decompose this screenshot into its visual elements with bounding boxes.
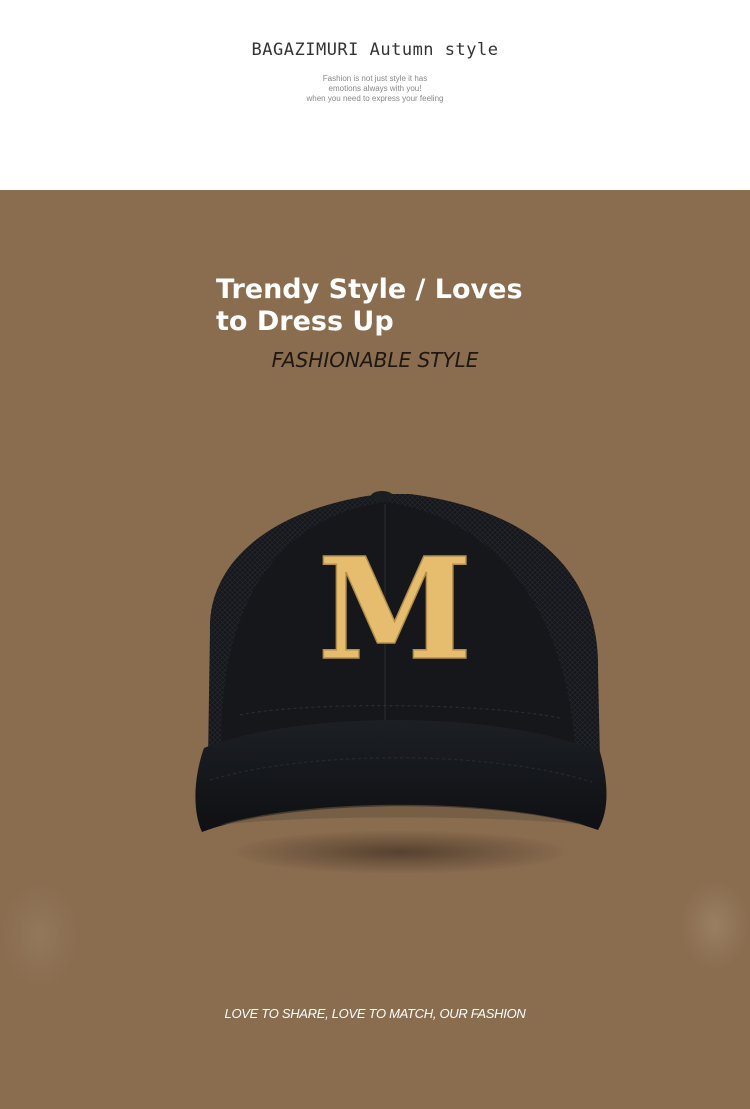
cap-shadow: [230, 830, 570, 874]
hero-subheadline: FASHIONABLE STYLE: [271, 348, 479, 372]
cap-emblem: M: [317, 527, 473, 693]
baseball-cap-illustration: M: [195, 491, 607, 874]
tagline-line: Fashion is not just style it has: [322, 74, 428, 83]
brand-header: BAGAZIMURI Autumn style Fashion is not j…: [0, 0, 750, 190]
side-blur-right: [680, 880, 750, 970]
product-cap-image: M: [180, 480, 620, 920]
brand-title: BAGAZIMURI Autumn style: [251, 40, 499, 60]
side-blur-left: [0, 880, 80, 990]
hero-panel: Trendy Style / Loves to Dress Up FASHION…: [0, 190, 750, 1109]
tagline-line: emotions always with you!: [328, 84, 422, 93]
tagline-line: when you need to express your feeling: [306, 94, 444, 103]
cap-top-button: [371, 491, 393, 501]
svg-text:M: M: [318, 528, 473, 692]
footer-slogan: LOVE TO SHARE, LOVE TO MATCH, OUR FASHIO…: [224, 1006, 526, 1021]
brand-tagline: Fashion is not just style it has emotion…: [0, 74, 750, 104]
hero-headline: Trendy Style / Loves to Dress Up: [216, 274, 523, 337]
